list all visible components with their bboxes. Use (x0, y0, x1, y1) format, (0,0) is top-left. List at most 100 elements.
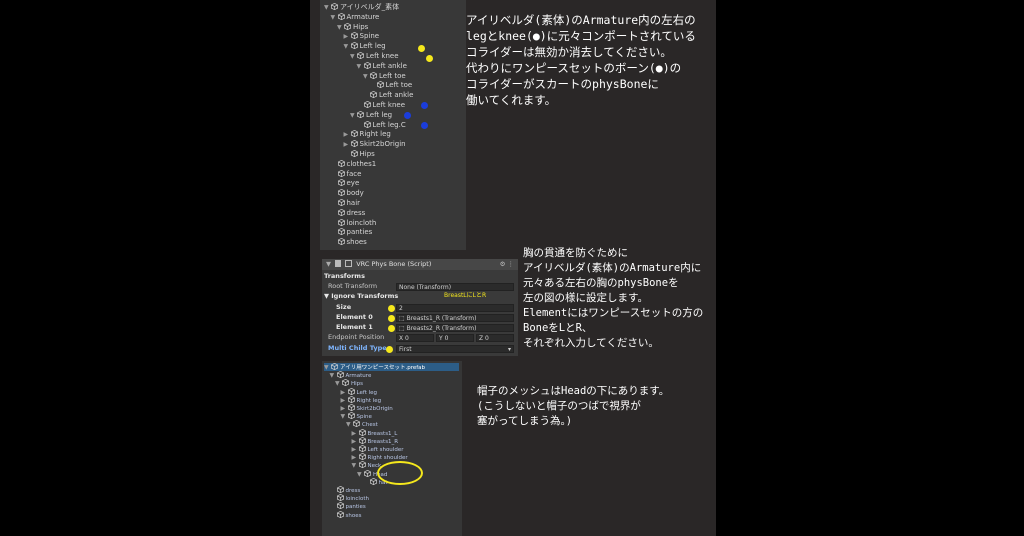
gameobject-icon (350, 42, 358, 50)
hierarchy-item[interactable]: dress (330, 486, 361, 494)
marker-blue-left-leg-c (421, 122, 428, 129)
root-transform-field[interactable]: None (Transform) (396, 283, 514, 291)
gameobject-icon (358, 428, 366, 436)
hierarchy-item-label: dress (345, 488, 361, 494)
gameobject-icon (353, 420, 360, 428)
hierarchy-item[interactable]: ▶ Left shoulder (352, 445, 403, 453)
hierarchy-item-label: Breasts1_R (367, 438, 399, 445)
component-menu-icon[interactable]: ⚙ ⋮ (500, 259, 514, 270)
hierarchy-item[interactable]: panties (331, 227, 373, 237)
gameobject-icon (350, 32, 358, 40)
gameobject-icon (336, 510, 344, 518)
gameobject-icon (364, 469, 371, 477)
hierarchy-item-label: Left leg (359, 42, 386, 51)
element1-field[interactable]: ⬚ Breasts2_R (Transform) (396, 324, 514, 332)
hierarchy-item[interactable]: Hips (344, 149, 375, 159)
hierarchy-item[interactable]: loincloth (330, 494, 369, 502)
hierarchy-item[interactable]: ▼ アイリ用ワンピースセット.prefab (324, 363, 459, 371)
endpoint-y[interactable]: Y 0 (436, 334, 474, 342)
hierarchy-item-label: Chest (362, 422, 378, 429)
hierarchy-item[interactable]: panties (330, 502, 366, 510)
element1-label: Element 1 (336, 323, 373, 331)
hierarchy-item[interactable]: ▶ Right leg (341, 395, 382, 404)
gameobject-icon (331, 3, 338, 10)
hierarchy-item[interactable]: loincloth (331, 218, 377, 228)
hierarchy-item-label: Left knee (366, 52, 399, 60)
hierarchy-item[interactable]: ▼ Armature (330, 371, 372, 380)
hierarchy-item[interactable]: ▶ Right leg (344, 129, 391, 139)
hierarchy-item[interactable]: ▼ Spine (341, 412, 372, 420)
hierarchy-item[interactable]: eye (331, 178, 360, 188)
head-highlight-circle (377, 461, 423, 485)
hierarchy-item[interactable]: ▼ Left ankle (357, 61, 407, 71)
hierarchy-item[interactable]: ▶ Right shoulder (352, 453, 408, 461)
hierarchy-item[interactable]: ▶ Breasts1_R (352, 436, 399, 445)
hierarchy-item[interactable]: Left knee (357, 100, 406, 110)
hierarchy-item[interactable]: ▶ Spine (344, 31, 379, 41)
hierarchy-item-label: Hips (359, 150, 375, 158)
hierarchy-item[interactable]: ▼ Armature (331, 12, 379, 22)
gameobject-icon (337, 218, 345, 226)
hierarchy-item[interactable]: ▼ Left toe (363, 71, 406, 81)
hierarchy-item[interactable]: ▼ アイリベルダ_素体 (324, 2, 399, 12)
hierarchy-item[interactable]: ▼ Hips (335, 379, 363, 387)
hierarchy-item-label: face (346, 169, 362, 178)
hierarchy-item-label: Left leg (356, 389, 378, 396)
hierarchy-item[interactable]: body (331, 188, 364, 198)
hierarchy-item[interactable]: clothes1 (331, 159, 376, 169)
hierarchy-item-label: Right leg (356, 397, 382, 404)
hierarchy-item[interactable]: ▼ Left knee (350, 51, 399, 61)
hierarchy-item[interactable]: ▼ Left leg (344, 41, 386, 51)
note-colliders: アイリベルダ(素体)のArmature内の左右の legとknee(●)に元々コ… (466, 13, 696, 107)
gameobject-icon (358, 445, 366, 452)
hierarchy-item[interactable]: dress (331, 208, 365, 218)
endpoint-z[interactable]: Z 0 (476, 334, 514, 342)
hierarchy-item-label: panties (346, 228, 373, 237)
hierarchy-item-label: Armature (345, 373, 372, 380)
hierarchy-item-label: eye (346, 179, 360, 188)
gameobject-icon (370, 71, 377, 79)
hierarchy-item-label: Left leg (366, 110, 393, 119)
gameobject-icon (342, 379, 349, 387)
multi-child-label: Multi Child Type (328, 344, 387, 352)
element0-label: Element 0 (336, 313, 373, 321)
note-hat: 帽子のメッシュはHeadの下にあります。 (こうしないと帽子のつばで視界が 塞が… (477, 385, 670, 427)
hierarchy-item[interactable]: Left toe (370, 80, 413, 90)
element0-field[interactable]: ⬚ Breasts1_R (Transform) (396, 314, 514, 322)
gameobject-icon (347, 404, 355, 411)
gameobject-icon (337, 199, 345, 206)
size-field[interactable]: 2 (396, 304, 514, 312)
hierarchy-item[interactable]: hair (331, 198, 361, 208)
hierarchy-item[interactable]: face (331, 169, 362, 179)
hierarchy-item[interactable]: ▶ Skirt2bOrigin (341, 404, 393, 412)
hierarchy-item[interactable]: ▶ Skirt2bOrigin (344, 139, 406, 149)
hierarchy-item[interactable]: ▶ Breasts1_L (352, 428, 397, 437)
hierarchy-item[interactable]: shoes (331, 237, 367, 247)
hierarchy-item[interactable]: ▼ Neck (352, 461, 381, 469)
inspector-header[interactable]: ▼ VRC Phys Bone (Script) ⚙ ⋮ (322, 259, 518, 270)
hierarchy-item[interactable]: shoes (330, 510, 361, 519)
hierarchy-item[interactable]: Left leg.C (357, 120, 406, 130)
hierarchy-item-label: Left knee (372, 101, 406, 109)
gameobject-icon (337, 238, 345, 246)
gameobject-icon (363, 101, 371, 108)
marker-yellow-left-leg (418, 45, 425, 52)
gameobject-icon (336, 502, 344, 510)
hierarchy-item[interactable]: ▼ Left leg (350, 110, 392, 120)
hierarchy-item-label: loincloth (346, 218, 377, 227)
hierarchy-item[interactable]: Left ankle (363, 90, 413, 100)
enable-checkbox[interactable] (345, 260, 353, 267)
hierarchy-item[interactable]: ▼ Hips (337, 22, 368, 32)
gameobject-icon (357, 110, 364, 118)
hierarchy-item[interactable]: ▶ Left leg (341, 387, 378, 396)
gameobject-icon (350, 150, 358, 157)
endpoint-x[interactable]: X 0 (396, 334, 434, 342)
gameobject-icon (336, 486, 344, 493)
hierarchy-item-label: Right leg (359, 130, 391, 139)
marker-blue-left-knee (421, 102, 428, 109)
hierarchy-item-label: hair (346, 199, 361, 207)
hierarchy-item[interactable]: ▼ Chest (346, 420, 378, 428)
hierarchy-item-label: Left toe (385, 81, 413, 90)
multi-child-select[interactable]: First ▾ (396, 345, 514, 353)
gameobject-icon (337, 189, 345, 197)
